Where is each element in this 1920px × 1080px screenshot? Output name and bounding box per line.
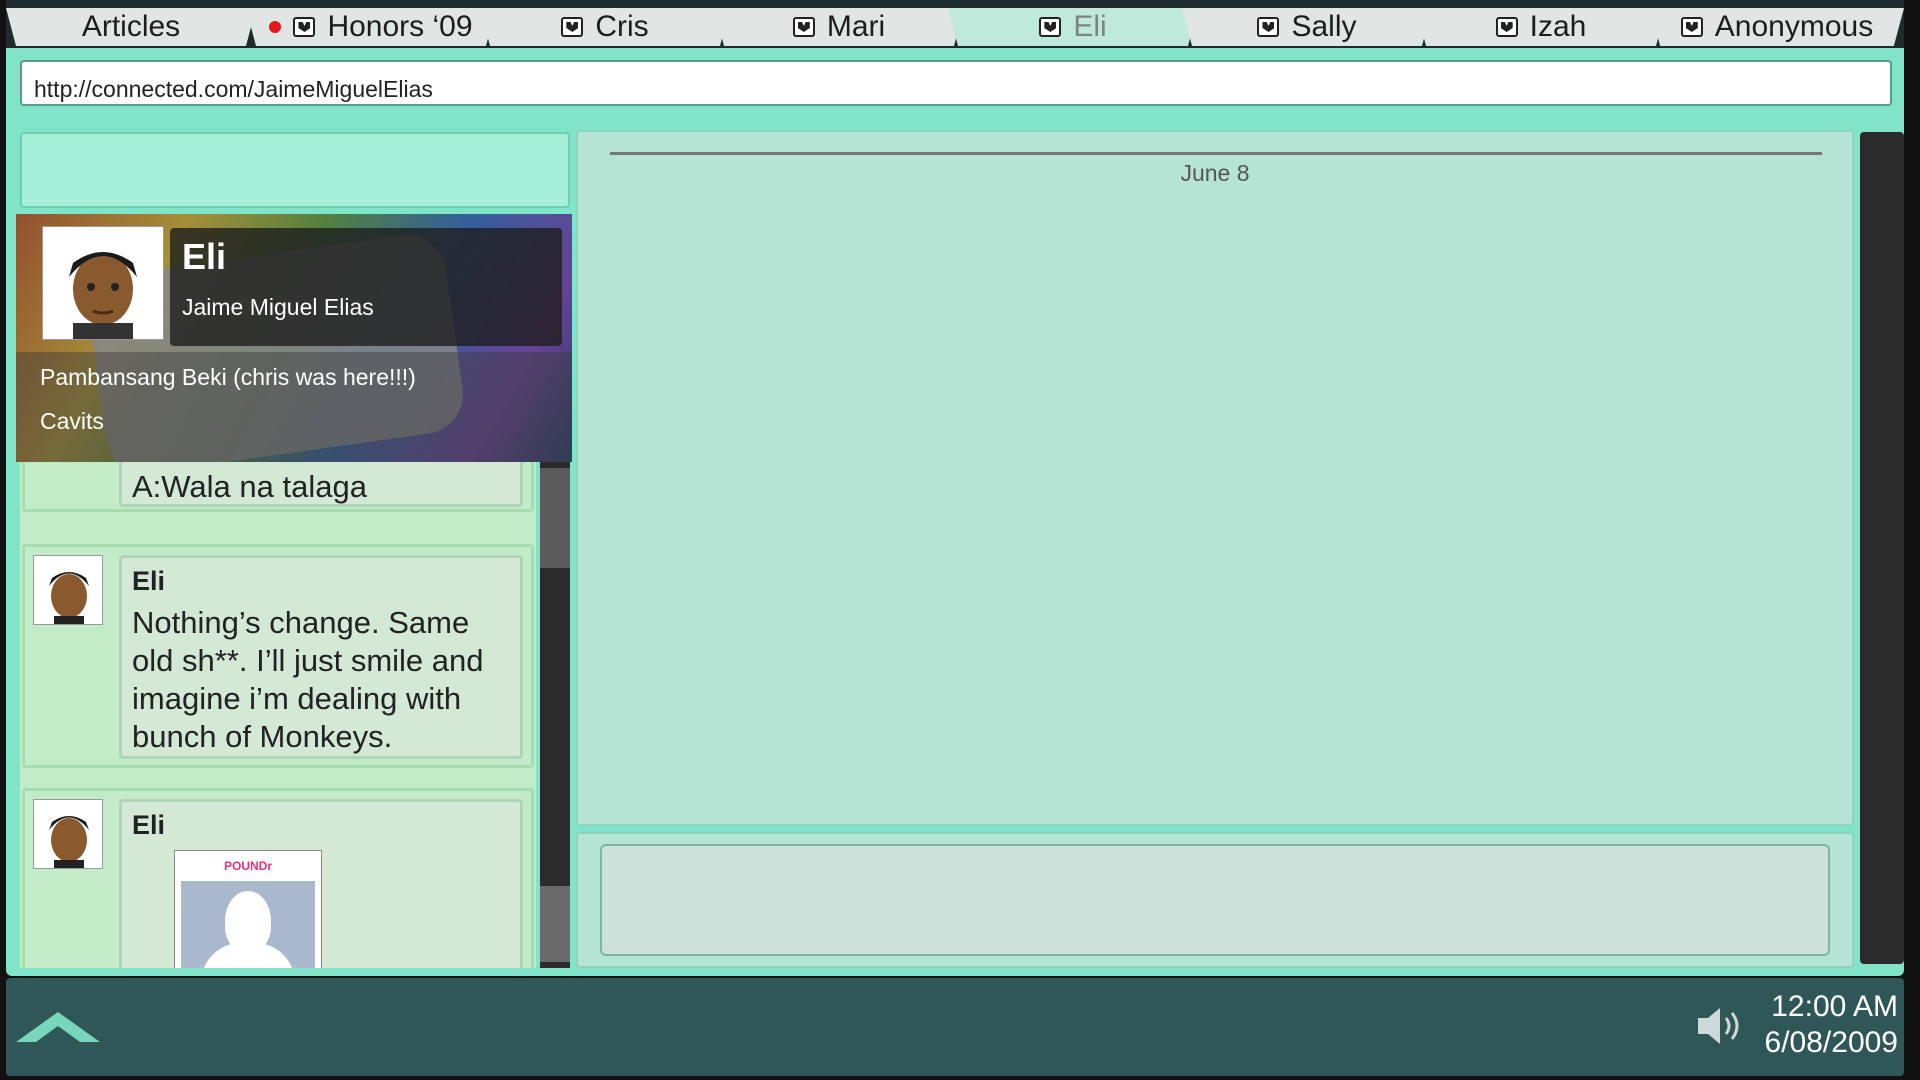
tab-label: Cris [595, 10, 649, 43]
tab-mari[interactable]: Mari [714, 8, 964, 46]
tab-label: Mari [826, 10, 886, 43]
tab-bar: Articles Honors ‘09 Cris Mari Eli Sally … [6, 0, 1904, 48]
right-scrollbar[interactable] [1860, 132, 1904, 964]
notification-dot-icon [269, 21, 282, 33]
post-bubble: Eli POUNDr [119, 799, 523, 968]
chat-mask-icon [1257, 17, 1280, 37]
profile-full-name: Jaime Miguel Elias [182, 294, 374, 320]
taskbar [6, 978, 1904, 1076]
tab-label: Anonymous [1714, 10, 1874, 43]
chat-mask-icon [293, 17, 316, 37]
message-composer [576, 832, 1854, 968]
clock-time: 12:00 AM [1771, 990, 1898, 1023]
list-item: A:Wala na talaga [22, 460, 534, 512]
profile-avatar[interactable] [42, 226, 164, 340]
chat-date: June 8 [1180, 160, 1250, 186]
chat-mask-icon [792, 17, 815, 37]
tab-label: Izah [1529, 10, 1587, 43]
list-item: Eli POUNDr [22, 788, 534, 968]
profile-header-panel [20, 132, 570, 208]
scrollbar-bottom[interactable] [540, 886, 570, 962]
tab-sally[interactable]: Sally [1182, 8, 1432, 46]
tab-eli[interactable]: Eli [948, 8, 1198, 46]
tab-label: Eli [1073, 10, 1107, 43]
post-author[interactable]: Eli [132, 566, 165, 597]
post-text: A:Wala na talaga [132, 469, 367, 504]
tab-label: Articles [81, 10, 181, 43]
tab-honors-09[interactable]: Honors ‘09 [246, 8, 496, 46]
avatar[interactable] [33, 799, 103, 869]
tab-label: Honors ‘09 [327, 10, 473, 43]
avatar[interactable] [33, 555, 103, 625]
profile-silhouette-icon [181, 881, 315, 968]
profile-location: Cavits [40, 408, 104, 434]
tab-cris[interactable]: Cris [480, 8, 730, 46]
chat-mask-icon [1039, 17, 1062, 37]
post-author[interactable]: Eli [132, 810, 165, 841]
chat-mask-icon [1680, 17, 1703, 37]
list-item: Eli Nothing’s change. Same old sh**. I’l… [22, 544, 534, 768]
message-input[interactable] [600, 844, 1830, 956]
profile-card: Eli Jaime Miguel Elias Pambansang Beki (… [16, 214, 572, 462]
app-logo: POUNDr [223, 859, 272, 873]
avatar-eli-icon [43, 227, 163, 339]
scrollbar-thumb[interactable] [540, 468, 570, 568]
post-image[interactable]: POUNDr [174, 850, 322, 968]
profile-bio: Pambansang Beki (chris was here!!!) [40, 364, 416, 390]
name-box [170, 228, 562, 346]
avatar-eli-icon [34, 556, 102, 624]
tab-articles[interactable]: Articles [6, 8, 256, 46]
url-bar[interactable]: http://connected.com/JaimeMiguelElias [20, 60, 1892, 106]
profile-name: Eli [182, 236, 227, 277]
divider [610, 152, 1822, 155]
post-text: Nothing’s change. Same old sh**. I’ll ju… [132, 605, 484, 754]
feed-list[interactable]: A:Wala na talaga Eli Nothing’s change. S… [20, 460, 536, 968]
chat-panel: June 8 [576, 130, 1854, 826]
post-bubble: A:Wala na talaga [119, 460, 523, 507]
clock-date: 6/08/2009 [1764, 1026, 1898, 1059]
tab-anonymous[interactable]: Anonymous [1650, 8, 1904, 46]
chat-mask-icon [561, 17, 584, 37]
tab-label: Sally [1291, 10, 1357, 43]
home-icon[interactable] [10, 1008, 106, 1048]
tab-izah[interactable]: Izah [1416, 8, 1666, 46]
chat-mask-icon [1495, 17, 1518, 37]
avatar-eli-icon [34, 800, 102, 868]
speaker-icon[interactable] [1696, 1004, 1748, 1048]
post-bubble: Eli Nothing’s change. Same old sh**. I’l… [119, 555, 523, 759]
